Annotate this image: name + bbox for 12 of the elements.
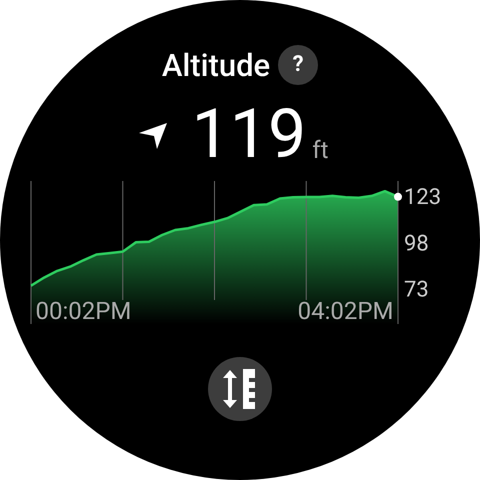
help-button[interactable]: ? — [278, 45, 318, 85]
unit-label: ft — [312, 138, 328, 162]
x-axis-label: 04:02PM — [298, 297, 394, 325]
location-arrow-icon — [138, 120, 168, 150]
height-ruler-icon — [222, 366, 258, 412]
y-axis-label: 123 — [404, 184, 442, 210]
altitude-value: 119 — [192, 100, 306, 168]
current-point-marker — [394, 192, 402, 201]
y-axis-label: 98 — [404, 231, 429, 256]
screen-title: Altitude — [162, 50, 270, 80]
x-axis-label: 00:02PM — [36, 297, 132, 325]
y-axis-label: 73 — [404, 278, 429, 303]
